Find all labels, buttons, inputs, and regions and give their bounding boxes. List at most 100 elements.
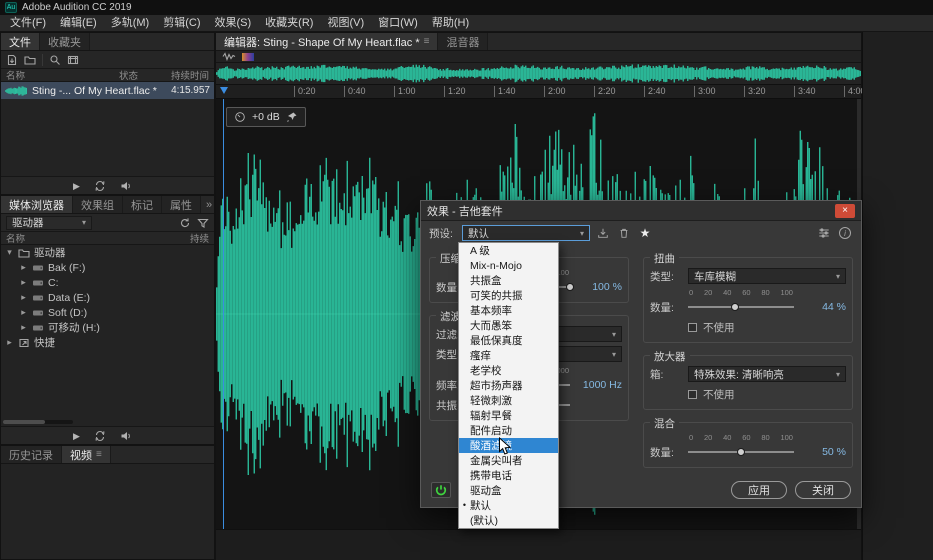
media-type-filter-icon[interactable] <box>67 54 79 66</box>
horizontal-scrollbar[interactable] <box>3 420 73 424</box>
preset-option-selected[interactable]: •默认 <box>459 498 558 513</box>
preset-option[interactable]: 超市扬声器 <box>459 378 558 393</box>
column-status[interactable]: 状态 <box>119 68 153 82</box>
info-icon[interactable]: i <box>837 225 853 241</box>
preset-option[interactable]: 共振盒 <box>459 273 558 288</box>
timeline-ruler[interactable]: 0:20 0:40 1:00 1:20 1:40 2:00 2:20 2:40 … <box>216 85 861 99</box>
drive-select-combobox[interactable]: 驱动器 ▾ <box>6 216 92 230</box>
media-column-headers: 名称 持续 <box>1 232 214 245</box>
tab-files[interactable]: 文件 <box>1 33 40 50</box>
search-icon[interactable] <box>49 54 61 66</box>
tree-item-drive[interactable]: ▸ Data (E:) <box>1 290 214 305</box>
tab-properties[interactable]: 属性 <box>162 196 201 213</box>
menu-multitrack[interactable]: 多轨(M) <box>104 15 157 31</box>
column-duration[interactable]: 持续时间 <box>153 68 209 82</box>
playhead-line[interactable] <box>223 99 224 529</box>
preset-option[interactable]: 老学校 <box>459 363 558 378</box>
column-name[interactable]: 名称 <box>6 231 179 245</box>
tab-mixer[interactable]: 混音器 <box>438 33 488 50</box>
volume-hud[interactable]: +0 dB <box>226 107 306 127</box>
dialog-titlebar[interactable]: 效果 - 吉他套件 × <box>421 201 861 221</box>
panel-menu-icon[interactable]: ≡ <box>96 449 102 460</box>
loop-button[interactable] <box>94 180 106 192</box>
editor-bottom-bar <box>216 529 861 560</box>
preset-option[interactable]: (默认) <box>459 513 558 528</box>
menu-help[interactable]: 帮助(H) <box>425 15 476 31</box>
pin-icon[interactable] <box>286 111 298 123</box>
preset-option[interactable]: 配件启动 <box>459 423 558 438</box>
preset-option[interactable]: 轻微刺激 <box>459 393 558 408</box>
chevron-right-icon: ▸ <box>19 292 28 303</box>
menu-clip[interactable]: 剪辑(C) <box>156 15 207 31</box>
amplifier-box-combobox[interactable]: 特殊效果: 清晰响亮 ▾ <box>688 366 846 382</box>
amplifier-title: 放大器 <box>650 349 690 364</box>
playhead-marker[interactable] <box>220 87 228 94</box>
speaker-button[interactable] <box>120 430 132 442</box>
play-button[interactable]: ▶ <box>73 430 80 442</box>
dialog-title: 效果 - 吉他套件 <box>427 203 503 219</box>
distortion-bypass-checkbox[interactable] <box>688 323 697 332</box>
preset-option[interactable]: Mix-n-Mojo <box>459 258 558 273</box>
preset-option[interactable]: 携带电话 <box>459 468 558 483</box>
tree-item-drive[interactable]: ▸ Soft (D:) <box>1 305 214 320</box>
tab-markers[interactable]: 标记 <box>123 196 162 213</box>
apply-button[interactable]: 应用 <box>731 481 787 499</box>
preset-option[interactable]: 最低保真度 <box>459 333 558 348</box>
menu-edit[interactable]: 编辑(E) <box>53 15 104 31</box>
refresh-icon[interactable] <box>179 217 191 229</box>
chevron-right-icon: ▸ <box>19 322 28 333</box>
chevron-down-icon: ▾ <box>5 247 14 258</box>
menu-effects[interactable]: 效果(S) <box>208 15 259 31</box>
preset-option[interactable]: 驱动盒 <box>459 483 558 498</box>
waveform-overview-strip[interactable] <box>216 63 861 85</box>
save-preset-button[interactable] <box>595 225 611 241</box>
menu-view[interactable]: 视图(V) <box>320 15 371 31</box>
column-duration[interactable]: 持续 <box>179 231 209 245</box>
tree-item-drive[interactable]: ▸ C: <box>1 275 214 290</box>
spectral-view-icon[interactable] <box>242 53 254 61</box>
tab-effects-rack[interactable]: 效果组 <box>73 196 123 213</box>
menu-favorites[interactable]: 收藏夹(R) <box>258 15 320 31</box>
loop-button[interactable] <box>94 430 106 442</box>
effect-power-toggle[interactable] <box>431 482 451 498</box>
tree-item-drive[interactable]: ▸ Bak (F:) <box>1 260 214 275</box>
distortion-amount-slider[interactable] <box>688 301 794 313</box>
preset-option[interactable]: 辐射早餐 <box>459 408 558 423</box>
close-button[interactable]: 关闭 <box>795 481 851 499</box>
dialog-close-button[interactable]: × <box>835 204 855 218</box>
tab-favorites[interactable]: 收藏夹 <box>40 33 90 50</box>
drive-icon <box>32 307 44 319</box>
preset-option[interactable]: 大而愚笨 <box>459 318 558 333</box>
media-toolbar: 驱动器 ▾ <box>1 214 214 232</box>
file-row[interactable]: Sting -... Of My Heart.flac * 4:15.957 <box>1 82 214 99</box>
preset-combobox[interactable]: 默认 ▾ <box>462 225 590 241</box>
mix-amount-slider[interactable] <box>688 446 794 458</box>
play-button[interactable]: ▶ <box>73 180 80 192</box>
tab-media-browser[interactable]: 媒体浏览器 <box>1 196 73 213</box>
panel-menu-icon[interactable]: ≡ <box>424 36 430 47</box>
favorite-star-button[interactable]: ★ <box>637 225 653 241</box>
open-folder-icon[interactable] <box>24 54 36 66</box>
preset-option[interactable]: 基本频率 <box>459 303 558 318</box>
waveform-view-icon[interactable] <box>222 52 236 61</box>
preset-option[interactable]: A 级 <box>459 243 558 258</box>
tree-item-shortcuts[interactable]: ▸ 快捷 <box>1 335 214 350</box>
settings-sliders-icon[interactable] <box>816 225 832 241</box>
app-icon: Au <box>5 2 17 13</box>
preset-option[interactable]: 可笑的共振 <box>459 288 558 303</box>
preset-option[interactable]: 瘙痒 <box>459 348 558 363</box>
menu-file[interactable]: 文件(F) <box>3 15 53 31</box>
amplifier-bypass-checkbox[interactable] <box>688 390 697 399</box>
distortion-type-combobox[interactable]: 车库模糊 ▾ <box>688 268 846 284</box>
filter-icon[interactable] <box>197 217 209 229</box>
column-name[interactable]: 名称 <box>6 68 119 82</box>
speaker-button[interactable] <box>120 180 132 192</box>
tab-video[interactable]: 视频 ≡ <box>62 446 111 463</box>
tree-item-drive[interactable]: ▸ 可移动 (H:) <box>1 320 214 335</box>
delete-preset-button[interactable] <box>616 225 632 241</box>
tree-item-drives-root[interactable]: ▾ 驱动器 <box>1 245 214 260</box>
import-file-icon[interactable] <box>6 54 18 66</box>
tab-history[interactable]: 历史记录 <box>1 446 62 463</box>
menu-window[interactable]: 窗口(W) <box>371 15 425 31</box>
tab-editor[interactable]: 编辑器: Sting - Shape Of My Heart.flac * ≡ <box>216 33 438 50</box>
